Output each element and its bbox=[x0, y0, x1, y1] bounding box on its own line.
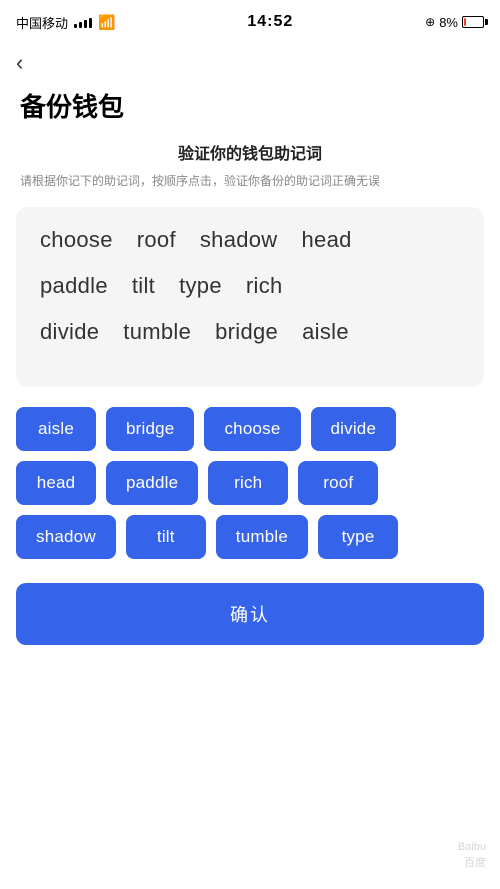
carrier-label: 中国移动 bbox=[16, 13, 68, 32]
word-display-row: paddle tilt type rich bbox=[40, 273, 460, 311]
section-subtitle: 请根据你记下的助记词，按顺序点击，验证你备份的助记词正确无误 bbox=[0, 172, 500, 191]
battery-percent: 8% bbox=[439, 15, 458, 30]
signal-icon bbox=[74, 16, 92, 28]
confirm-button-wrap: 确认 bbox=[0, 583, 500, 675]
word-display-item: shadow bbox=[200, 227, 278, 253]
word-display-row: choose roof shadow head bbox=[40, 227, 460, 265]
word-select-button[interactable]: tilt bbox=[126, 515, 206, 559]
word-select-button[interactable]: rich bbox=[208, 461, 288, 505]
word-display-item: rich bbox=[246, 273, 283, 299]
word-display-item: divide bbox=[40, 319, 99, 345]
word-select-button[interactable]: tumble bbox=[216, 515, 308, 559]
word-display-item: roof bbox=[137, 227, 176, 253]
status-right: ⊕ 8% bbox=[425, 15, 484, 30]
word-display-area: choose roof shadow head paddle tilt type rich di… bbox=[40, 227, 460, 357]
section-title: 验证你的钱包助记词 bbox=[0, 140, 500, 164]
page-title: 备份钱包 bbox=[0, 79, 500, 140]
status-left: 中国移动 📶 bbox=[16, 13, 115, 32]
word-display-item: choose bbox=[40, 227, 113, 253]
word-display-card: choose roof shadow head paddle tilt type rich di… bbox=[16, 207, 484, 387]
word-select-button[interactable]: roof bbox=[298, 461, 378, 505]
location-icon: ⊕ bbox=[425, 15, 435, 29]
status-bar: 中国移动 📶 14:52 ⊕ 8% bbox=[0, 0, 500, 44]
word-display-item: tumble bbox=[123, 319, 191, 345]
back-button[interactable]: ‹ bbox=[0, 44, 500, 79]
baidu-watermark: Baibu百度 bbox=[458, 840, 486, 871]
word-display-item: aisle bbox=[302, 319, 349, 345]
word-select-button[interactable]: divide bbox=[311, 407, 397, 451]
word-select-button[interactable]: bridge bbox=[106, 407, 194, 451]
word-display-item: type bbox=[179, 273, 222, 299]
status-time: 14:52 bbox=[247, 13, 293, 31]
word-display-item: bridge bbox=[215, 319, 278, 345]
word-display-item: head bbox=[302, 227, 352, 253]
battery-icon bbox=[462, 16, 484, 28]
back-arrow-icon: ‹ bbox=[16, 50, 23, 75]
word-select-button[interactable]: aisle bbox=[16, 407, 96, 451]
wifi-icon: 📶 bbox=[98, 14, 115, 31]
word-display-item: paddle bbox=[40, 273, 108, 299]
word-button-grid: aislebridgechoosedivide headpaddlerichroo… bbox=[0, 407, 500, 559]
word-display-row: divide tumble bridge aisle bbox=[40, 319, 460, 357]
word-select-button[interactable]: shadow bbox=[16, 515, 116, 559]
word-select-button[interactable]: paddle bbox=[106, 461, 198, 505]
word-select-button[interactable]: head bbox=[16, 461, 96, 505]
word-display-item: tilt bbox=[132, 273, 155, 299]
word-select-button[interactable]: choose bbox=[204, 407, 300, 451]
confirm-button[interactable]: 确认 bbox=[16, 583, 484, 645]
word-select-button[interactable]: type bbox=[318, 515, 398, 559]
